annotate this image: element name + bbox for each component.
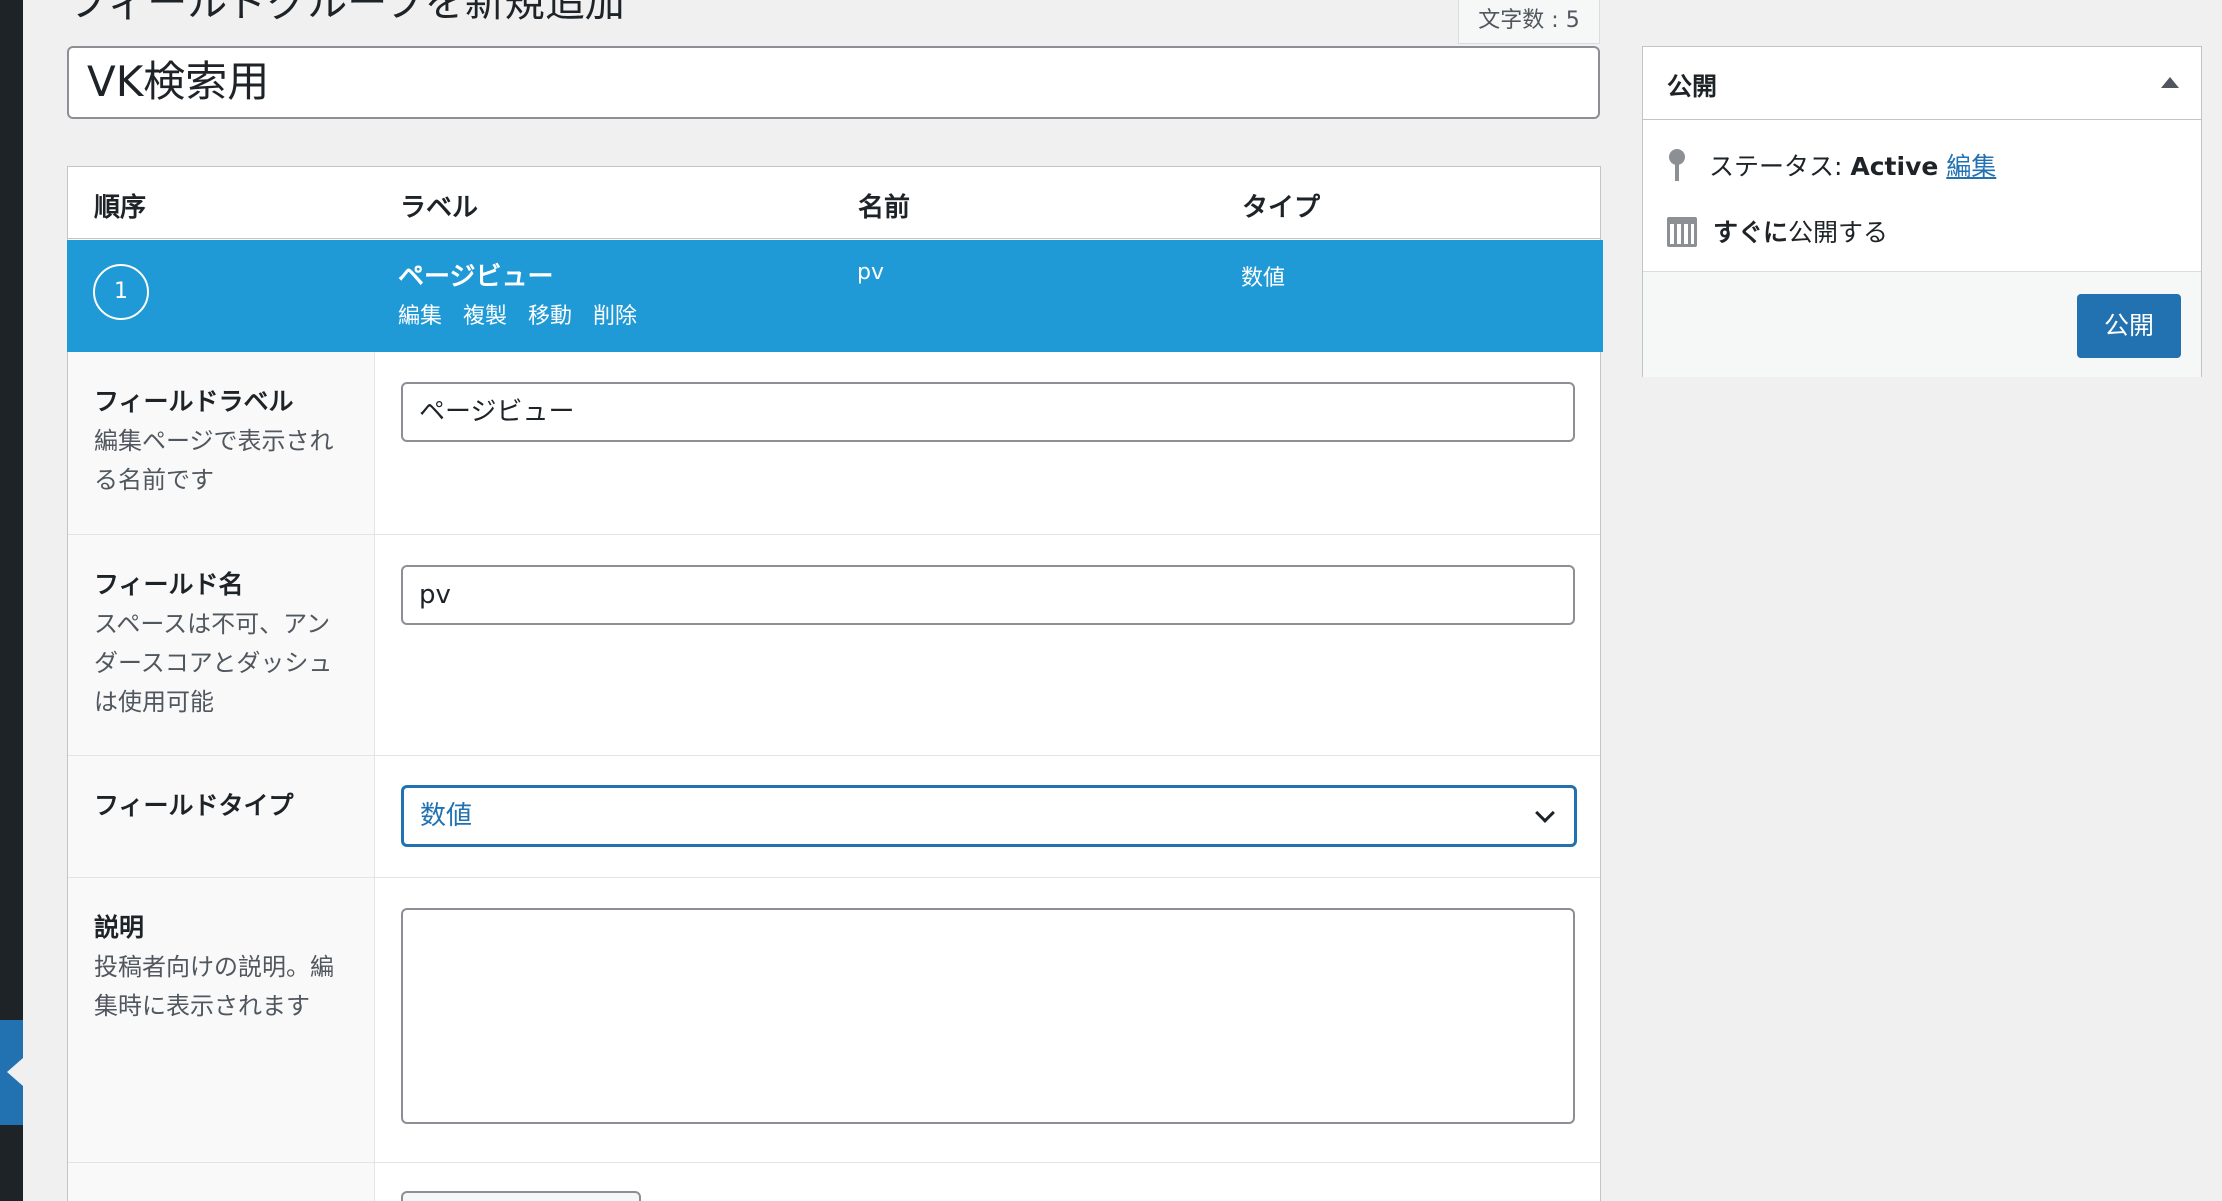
current-menu-arrow-icon [7,1058,23,1086]
status-line: ステータス: Active 編集 [1667,147,1996,183]
setting-label-col: 説明 投稿者向けの説明。編集時に表示されます [68,878,375,1162]
order-handle[interactable]: 1 [93,264,149,320]
status-value: Active [1850,152,1939,181]
column-name: 名前 [858,193,911,223]
schedule-text: 公開する [1788,218,1889,247]
field-row-type: 数値 [1241,266,1286,291]
setting-desc: 編集ページで表示される名前です [94,427,334,494]
char-count: 文字数 : 5 [1458,0,1600,44]
column-type: タイプ [1242,193,1321,223]
setting-label-col: フィールド名 スペースは不可、アンダースコアとダッシュは使用可能 [68,535,375,755]
setting-row-next [68,1163,1600,1201]
publish-actions: 公開 [1643,271,2201,377]
field-label-input[interactable]: ページビュー [401,382,1575,442]
setting-title: フィールドタイプ [94,791,294,820]
publish-box: 公開 ステータス: Active 編集 すぐに公開する 公開 [1642,46,2202,377]
edit-link[interactable]: 編集 [398,304,442,329]
next-setting-control[interactable] [401,1191,641,1201]
column-label: ラベル [400,193,479,223]
field-row-name: pv [857,260,884,285]
calendar-icon [1667,217,1697,247]
field-type-value: 数値 [420,801,473,831]
schedule-line: すぐに公開する [1667,213,1888,249]
schedule-strong: すぐに [1713,218,1789,247]
setting-label-col: フィールドタイプ [68,756,375,877]
setting-row-name: フィールド名 スペースは不可、アンダースコアとダッシュは使用可能 pv [68,535,1600,756]
description-textarea[interactable] [401,908,1575,1124]
move-link[interactable]: 移動 [528,304,572,329]
chevron-down-icon [1535,803,1555,823]
pin-icon [1667,149,1687,181]
publish-title: 公開 [1667,72,1718,101]
setting-row-type: フィールドタイプ 数値 [68,756,1600,878]
setting-row-label: フィールドラベル 編集ページで表示される名前です ページビュー [68,352,1600,535]
setting-row-description: 説明 投稿者向けの説明。編集時に表示されます [68,878,1600,1163]
field-type-select[interactable]: 数値 [401,785,1577,847]
column-order: 順序 [94,193,147,223]
status-edit-link[interactable]: 編集 [1946,152,1996,181]
setting-desc: スペースは不可、アンダースコアとダッシュは使用可能 [94,610,333,716]
page-title: フィールドグループを新規追加 [68,0,625,26]
setting-title: 説明 [94,913,145,942]
setting-title: フィールドラベル [94,387,294,416]
field-name-input[interactable]: pv [401,565,1575,625]
fields-table-header: 順序 ラベル 名前 タイプ [68,167,1600,239]
collapse-arrow-icon[interactable] [2161,77,2179,88]
field-row-label[interactable]: ページビュー [398,256,553,293]
setting-label-col [68,1163,375,1201]
setting-desc: 投稿者向けの説明。編集時に表示されます [94,953,334,1020]
title-input[interactable]: VK検索用 [67,46,1600,119]
field-row[interactable]: 1 ページビュー 編集 複製 移動 削除 pv 数値 [67,240,1603,352]
fields-table: 順序 ラベル 名前 タイプ 1 ページビュー 編集 複製 移動 削除 pv 数値… [67,166,1603,1201]
setting-label-col: フィールドラベル 編集ページで表示される名前です [68,352,375,534]
delete-link[interactable]: 削除 [593,304,637,329]
setting-title: フィールド名 [94,570,244,599]
status-label: ステータス: [1709,152,1851,181]
publish-button[interactable]: 公開 [2077,294,2181,358]
row-actions: 編集 複製 移動 削除 [398,298,651,330]
duplicate-link[interactable]: 複製 [463,304,507,329]
publish-box-header[interactable]: 公開 [1643,47,2201,120]
